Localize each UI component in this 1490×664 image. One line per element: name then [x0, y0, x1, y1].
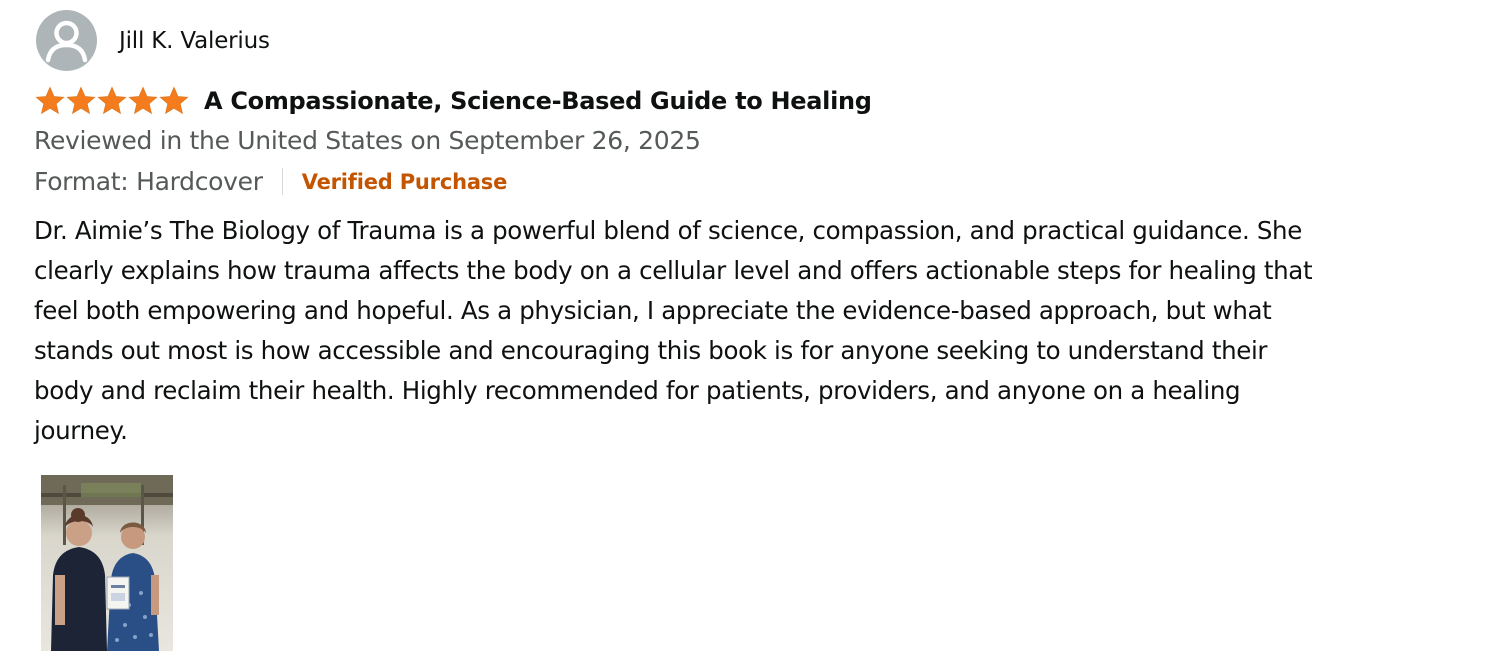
review-photo: [41, 475, 173, 651]
review-image[interactable]: [41, 475, 173, 651]
default-user-icon: [45, 20, 88, 63]
review-body-line: Dr. Aimie’s The Biology of Trauma is a p…: [34, 216, 1302, 245]
review-title-row: A Compassionate, Science-Based Guide to …: [34, 85, 872, 117]
review-date: Reviewed in the United States on Septemb…: [34, 126, 701, 155]
review-body-line: stands out most is how accessible and en…: [34, 336, 1268, 365]
review-body-line: feel both empowering and hopeful. As a p…: [34, 296, 1272, 325]
reviewer-name[interactable]: Jill K. Valerius: [119, 28, 270, 54]
review-body-line: clearly explains how trauma affects the …: [34, 256, 1313, 285]
divider: [281, 168, 283, 195]
reviewer-profile[interactable]: Jill K. Valerius: [36, 10, 270, 71]
star-rating[interactable]: [34, 85, 189, 117]
review-title[interactable]: A Compassionate, Science-Based Guide to …: [204, 87, 872, 115]
star-icon: [128, 86, 158, 115]
review-body-line: journey.: [34, 416, 128, 445]
customer-review: Jill K. Valerius A Compassionate, Scienc…: [0, 0, 1490, 664]
format-link[interactable]: Format: Hardcover: [34, 167, 263, 196]
star-icon: [35, 86, 65, 115]
verified-purchase-badge: Verified Purchase: [301, 169, 508, 194]
star-icon: [97, 86, 127, 115]
star-icon: [159, 86, 189, 115]
review-meta: Format: Hardcover Verified Purchase: [34, 167, 507, 196]
avatar[interactable]: [36, 10, 97, 71]
review-body: Dr. Aimie’s The Biology of Trauma is a p…: [34, 211, 1414, 451]
star-icon: [66, 86, 96, 115]
review-body-line: body and reclaim their health. Highly re…: [34, 376, 1241, 405]
